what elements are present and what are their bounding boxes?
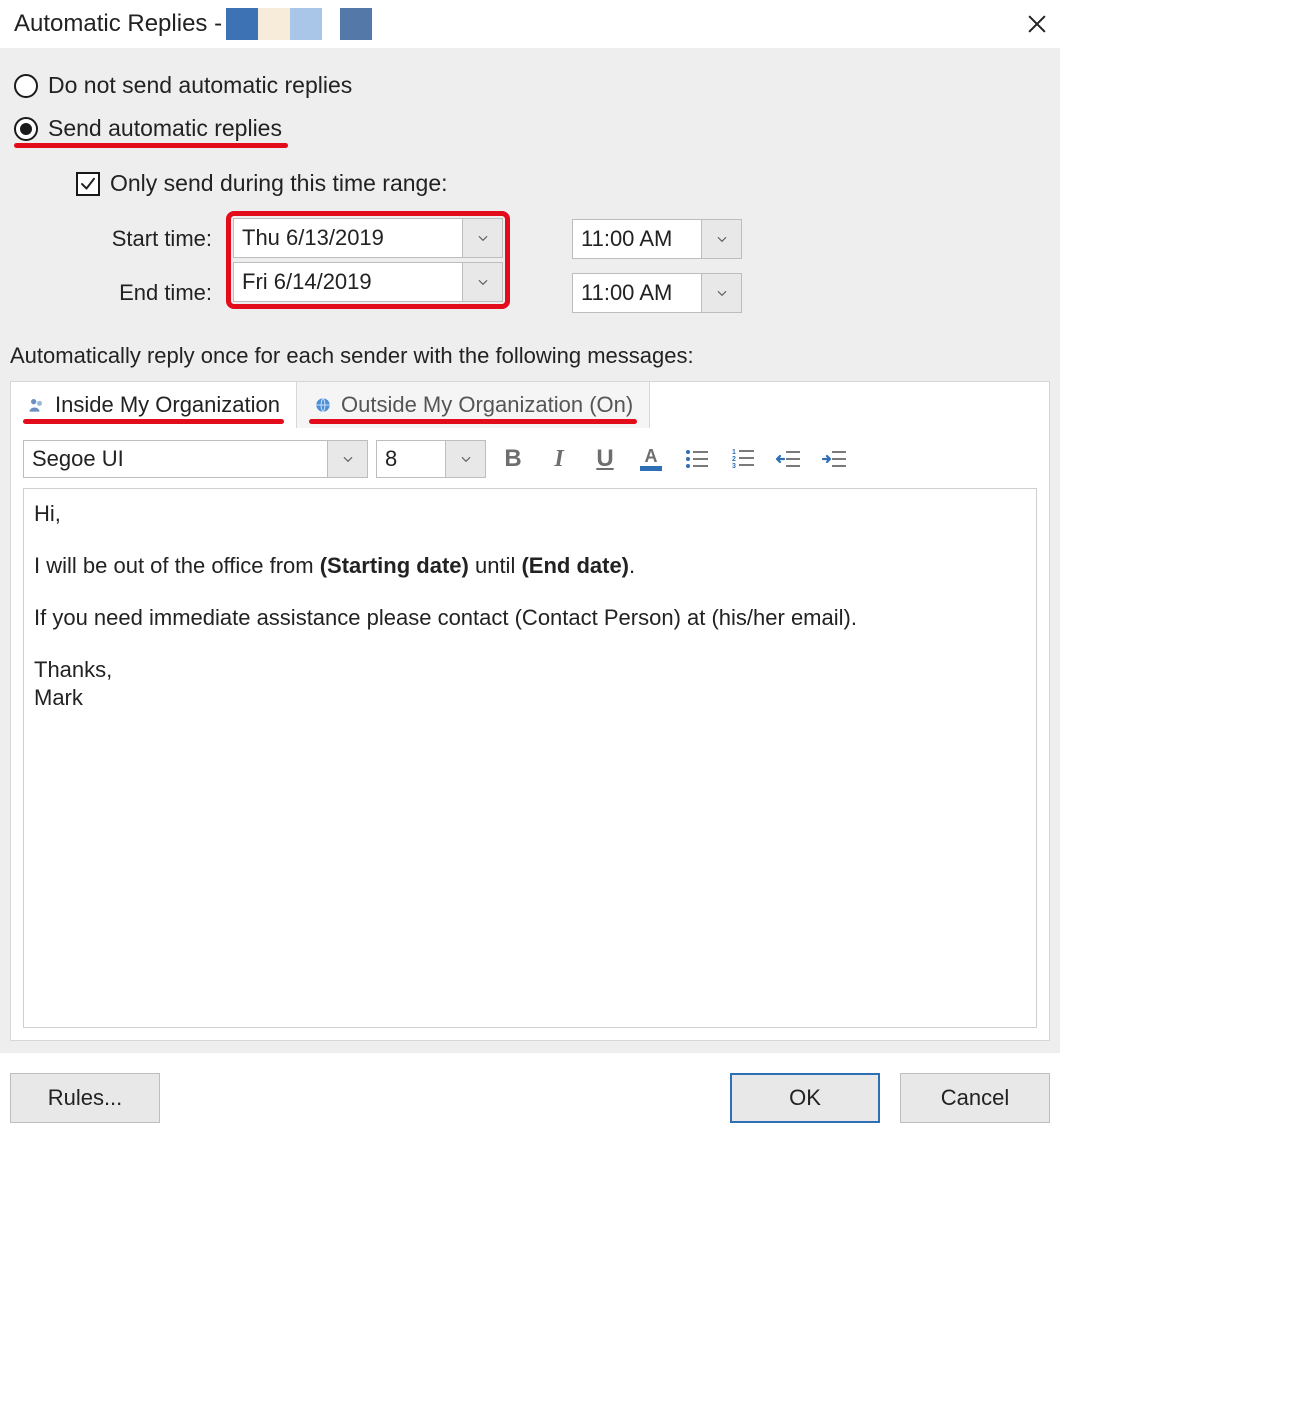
radio-do-not-send-label: Do not send automatic replies [48,72,352,99]
check-icon [79,175,97,193]
font-color-button[interactable]: A [632,440,670,478]
dialog-footer: Rules... OK Cancel [0,1053,1060,1147]
font-color-icon: A [636,444,666,474]
tab-outside-organization[interactable]: Outside My Organization (On) [297,382,650,428]
start-date-value: Thu 6/13/2019 [234,219,462,257]
start-time-label: Start time: [76,219,226,259]
tab-inside-label: Inside My Organization [55,392,280,418]
bullets-button[interactable] [678,440,716,478]
indent-icon [820,444,850,474]
radio-send[interactable]: Send automatic replies [14,115,282,142]
format-toolbar: Segoe UI 8 B I U A [23,440,1037,478]
rules-label: Rules... [48,1085,123,1111]
titlebar: Automatic Replies - [0,0,1060,48]
end-date-dropdown-button[interactable] [462,263,502,301]
tab-underline-highlight [23,419,284,424]
start-time-value: 11:00 AM [573,220,701,258]
font-value: Segoe UI [24,441,327,477]
chevron-down-icon [459,452,473,466]
chevron-down-icon [715,286,729,300]
msg-line-4: Thanks, [34,657,1026,683]
font-size-picker[interactable]: 8 [376,440,486,478]
swatch-4 [340,8,372,40]
people-icon [27,395,47,415]
chevron-down-icon [476,275,490,289]
svg-text:A: A [645,446,658,466]
editor-panel: Segoe UI 8 B I U A [10,428,1050,1041]
swatch-2 [258,8,290,40]
svg-text:1: 1 [732,449,736,456]
start-date-picker[interactable]: Thu 6/13/2019 [233,218,503,258]
radio-icon [14,74,38,98]
message-editor[interactable]: Hi, I will be out of the office from (St… [23,488,1037,1028]
tab-underline-highlight [309,419,637,424]
msg-line-5: Mark [34,685,1026,711]
msg-line-3: If you need immediate assistance please … [34,605,1026,631]
window-title: Automatic Replies - [14,10,222,38]
tab-outside-label: Outside My Organization (On) [341,392,633,418]
only-send-label: Only send during this time range: [110,170,448,197]
chevron-down-icon [715,232,729,246]
end-date-picker[interactable]: Fri 6/14/2019 [233,262,503,302]
end-time-picker[interactable]: 11:00 AM [572,273,742,313]
instruction-text: Automatically reply once for each sender… [10,343,1050,369]
ok-label: OK [789,1085,821,1111]
italic-button[interactable]: I [540,440,578,478]
rules-button[interactable]: Rules... [10,1073,160,1123]
chevron-down-icon [341,452,355,466]
outdent-button[interactable] [770,440,808,478]
close-button[interactable] [1022,9,1052,39]
end-date-value: Fri 6/14/2019 [234,263,462,301]
close-icon [1026,13,1048,35]
start-time-picker[interactable]: 11:00 AM [572,219,742,259]
swatch-3 [290,8,322,40]
svg-text:2: 2 [732,456,736,463]
chevron-down-icon [476,231,490,245]
font-dropdown-button[interactable] [327,441,367,477]
start-time-dropdown-button[interactable] [701,220,741,258]
numbering-icon: 1 2 3 [728,444,758,474]
start-date-dropdown-button[interactable] [462,219,502,257]
outdent-icon [774,444,804,474]
tabs: Inside My Organization Outside My Organi… [10,381,1050,428]
only-send-checkbox-row: Only send during this time range: [76,170,1050,197]
msg-line-2: I will be out of the office from (Starti… [34,553,1026,579]
bullets-icon [682,444,712,474]
bold-button[interactable]: B [494,440,532,478]
end-time-value: 11:00 AM [573,274,701,312]
cancel-button[interactable]: Cancel [900,1073,1050,1123]
ok-button[interactable]: OK [730,1073,880,1123]
swatch-1 [226,8,258,40]
msg-line-1: Hi, [34,501,1026,527]
numbering-button[interactable]: 1 2 3 [724,440,762,478]
radio-send-label: Send automatic replies [48,115,282,142]
svg-text:3: 3 [732,463,736,470]
underline-button[interactable]: U [586,440,624,478]
font-picker[interactable]: Segoe UI [23,440,368,478]
font-size-dropdown-button[interactable] [445,441,485,477]
end-time-dropdown-button[interactable] [701,274,741,312]
only-send-checkbox[interactable] [76,172,100,196]
radio-icon [14,117,38,141]
font-size-value: 8 [377,441,445,477]
end-time-label: End time: [76,273,226,313]
title-swatches [226,8,372,40]
cancel-label: Cancel [941,1085,1009,1111]
tab-inside-organization[interactable]: Inside My Organization [11,382,297,428]
radio-do-not-send[interactable]: Do not send automatic replies [14,72,1050,99]
indent-button[interactable] [816,440,854,478]
globe-icon [313,395,333,415]
date-pickers-highlight: Thu 6/13/2019 Fri 6/14/2019 [226,211,510,309]
